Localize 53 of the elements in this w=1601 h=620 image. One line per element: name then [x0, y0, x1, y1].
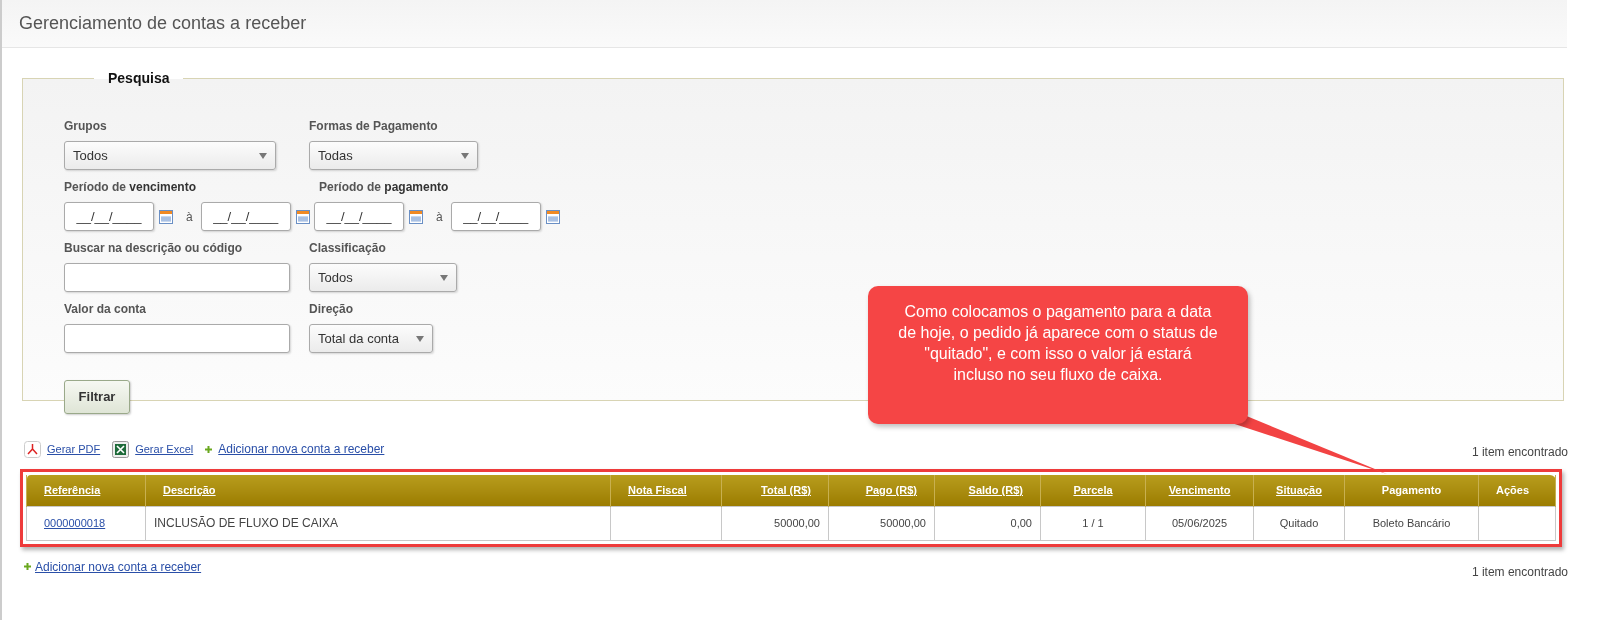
callout-bubble: Como colocamos o pagamento para a data de hoje, o pedido já aparece com o status de "quitado", e com isso o valor já estará incluso no seu fluxo de caixa.: [868, 286, 1248, 424]
calendar-icon[interactable]: [295, 209, 310, 224]
table-cell: 50000,00: [721, 506, 829, 540]
reference-link[interactable]: 0000000018: [44, 516, 106, 529]
caret-icon: [259, 152, 267, 159]
field-label: Período de vencimento: [64, 179, 198, 196]
date-field[interactable]: __/__/____: [450, 202, 541, 231]
calendar-icon[interactable]: [409, 209, 423, 224]
field-label: Valor da conta: [64, 301, 148, 318]
toolbar-link[interactable]: Adicionar nova conta a receber: [218, 440, 385, 458]
table-cell: 50000,00: [828, 506, 935, 540]
toolbar-link[interactable]: Gerar Excel: [135, 440, 194, 458]
date-field[interactable]: __/__/____: [200, 202, 291, 231]
toolbar-link[interactable]: Gerar PDF: [47, 440, 101, 458]
date-field[interactable]: __/__/____: [64, 202, 154, 231]
dropdown[interactable]: Todos: [309, 263, 457, 292]
table-cell: 1 / 1: [1040, 506, 1146, 540]
range-separator: à: [436, 208, 443, 226]
date-field[interactable]: __/__/____: [314, 202, 404, 231]
field-label: Buscar na descrição ou código: [64, 240, 244, 257]
range-separator: à: [186, 208, 193, 226]
result-count: 1 item encontrado: [1471, 563, 1568, 581]
result-count: 1 item encontrado: [1471, 444, 1568, 461]
add-link[interactable]: Adicionar nova conta a receber: [35, 557, 202, 576]
field-label: Direção: [309, 301, 355, 318]
field-label: Classificação: [309, 240, 387, 257]
input-field[interactable]: [64, 263, 290, 292]
spreadsheet-icon: [112, 440, 130, 458]
plus-icon: [205, 445, 213, 453]
calendar-icon[interactable]: [545, 209, 560, 224]
field-label: Grupos: [64, 118, 108, 135]
table-cell: Quitado: [1253, 506, 1345, 540]
filter-button[interactable]: Filtrar: [64, 380, 130, 414]
column-header: Pagamento: [1344, 475, 1479, 506]
dropdown[interactable]: Todos: [64, 141, 276, 170]
dropdown[interactable]: Total da conta: [309, 324, 433, 353]
column-header: Ações: [1478, 475, 1556, 506]
field-label: Período de pagamento: [319, 179, 450, 196]
plus-icon: [24, 563, 31, 570]
dropdown[interactable]: Todas: [309, 141, 478, 170]
input-field[interactable]: [64, 324, 290, 353]
table-cell: INCLUSÃO DE FLUXO DE CAIXA: [145, 506, 611, 540]
field-label: Formas de Pagamento: [309, 118, 439, 135]
panel-legend: Pesquisa: [94, 68, 184, 89]
table-cell: Boleto Bancário: [1344, 506, 1479, 540]
caret-icon: [440, 274, 448, 281]
caret-icon: [416, 335, 424, 342]
caret-icon: [461, 152, 469, 159]
pdf-icon: [24, 440, 41, 458]
page-title: Gerenciamento de contas a receber: [19, 12, 307, 35]
table-cell: 0,00: [934, 506, 1041, 540]
table-cell: 05/06/2025: [1145, 506, 1254, 540]
calendar-icon[interactable]: [159, 209, 173, 224]
